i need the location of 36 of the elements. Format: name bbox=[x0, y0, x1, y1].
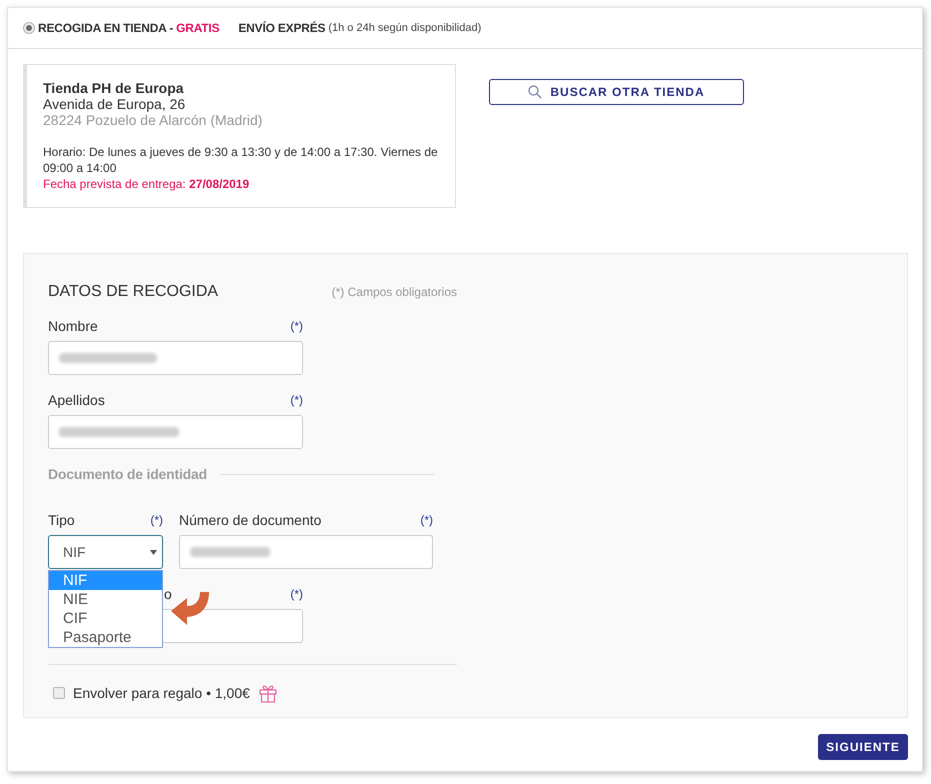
search-icon bbox=[528, 85, 542, 99]
dropdown-option[interactable]: Pasaporte bbox=[49, 628, 162, 647]
checkbox[interactable] bbox=[53, 687, 65, 699]
delivery-option[interactable]: RECOGIDA EN TIENDA - GRATIS bbox=[23, 19, 220, 37]
store-address: Avenida de Europa, 26 bbox=[43, 96, 186, 112]
required-note: (*) Campos obligatorios bbox=[332, 284, 457, 301]
store-schedule: Horario: De lunes a jueves de 9:30 a 13:30 y de 14:00 a 17:30. Viernes de 09:00 a 14:00 bbox=[43, 144, 439, 176]
document-type-select[interactable]: NIF bbox=[48, 535, 163, 569]
store-name: Tienda PH de Europa bbox=[43, 80, 185, 96]
required-mark: (*) bbox=[290, 586, 303, 602]
form-title: DATOS DE RECOGIDA bbox=[48, 282, 218, 302]
dropdown-option[interactable]: NIE bbox=[49, 590, 162, 609]
field-label: Nombre bbox=[48, 318, 98, 334]
input-field[interactable] bbox=[179, 535, 433, 569]
store-city: 28224 Pozuelo de Alarcón (Madrid) bbox=[43, 112, 264, 128]
radio-button[interactable] bbox=[23, 22, 35, 34]
input-field[interactable] bbox=[48, 415, 303, 449]
required-mark: (*) bbox=[150, 512, 163, 528]
field-label: Apellidos bbox=[48, 392, 105, 408]
required-mark: (*) bbox=[290, 318, 303, 334]
section-title: Documento de identidad bbox=[48, 464, 207, 484]
gift-icon bbox=[258, 683, 278, 703]
gift-wrap-label: Envolver para regalo • 1,00€ bbox=[73, 684, 250, 703]
next-button[interactable]: SIGUIENTE bbox=[818, 734, 908, 760]
required-mark: (*) bbox=[290, 392, 303, 408]
delivery-option[interactable]: ENVÍO EXPRÉS (1h o 24h según disponibilidad) bbox=[238, 19, 482, 37]
field-label: Tipo bbox=[48, 512, 75, 528]
field-label: Número de documento bbox=[179, 512, 322, 528]
dropdown-option[interactable]: CIF bbox=[49, 609, 162, 628]
curved-arrow-icon bbox=[170, 592, 210, 626]
search-store-button[interactable]: BUSCAR OTRA TIENDA bbox=[489, 79, 744, 105]
caret-icon bbox=[150, 550, 157, 554]
field-label: o bbox=[164, 586, 172, 602]
delivery-date: Fecha prevista de entrega: 27/08/2019 bbox=[43, 176, 250, 192]
required-mark: (*) bbox=[420, 512, 433, 528]
input-field[interactable] bbox=[48, 341, 303, 375]
